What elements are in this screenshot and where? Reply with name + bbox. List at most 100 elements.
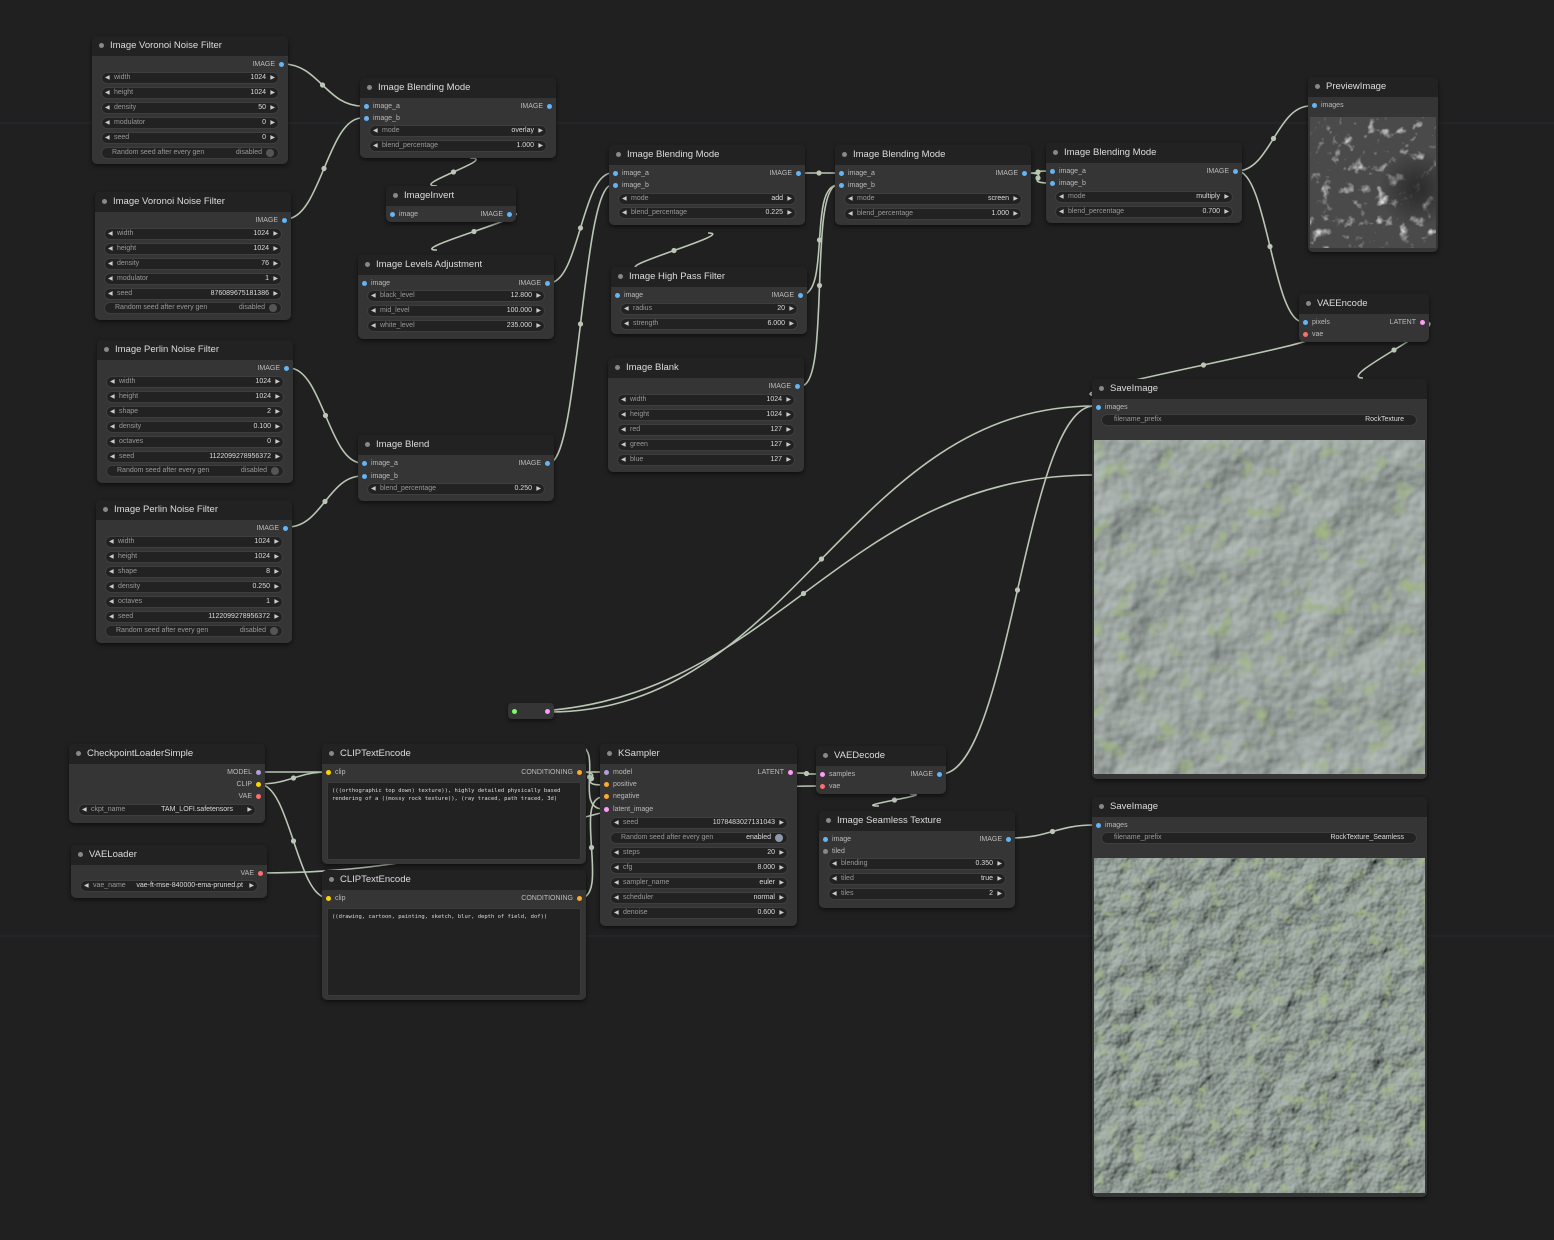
seed-widget[interactable]: ◀ seed 1122099278956372 ▶ [106,451,284,463]
input-positive[interactable]: positive [604,779,637,790]
wire-midpoint-22[interactable] [891,797,898,803]
density-widget[interactable]: ◀ density 76 ▶ [104,258,282,270]
output-image[interactable]: IMAGE [480,209,512,220]
seed-widget[interactable]: ◀ seed 1122099278956372 ▶ [105,611,283,623]
input-image-b[interactable]: image_b [1050,178,1086,189]
steps-widget[interactable]: ◀ steps 20 ▶ [610,847,788,859]
wire-midpoint-20[interactable] [803,770,810,777]
output-image[interactable]: IMAGE [256,523,288,534]
node-high-pass-filter[interactable]: Image High Pass Filter image IMAGE ◀ radi… [611,267,807,334]
increment-arrow-icon[interactable]: ▶ [786,440,791,450]
wire-midpoint-5[interactable] [471,228,477,235]
increment-arrow-icon[interactable]: ▶ [274,537,279,547]
octaves-widget[interactable]: ◀ octaves 0 ▶ [106,436,284,448]
input-vae[interactable]: vae [1303,329,1323,340]
increment-arrow-icon[interactable]: ▶ [779,893,784,903]
decrement-arrow-icon[interactable]: ◀ [105,133,110,143]
input-image-a[interactable]: image_a [839,168,875,179]
increment-arrow-icon[interactable]: ▶ [779,863,784,873]
decrement-arrow-icon[interactable]: ◀ [108,244,113,254]
wire-midpoint-7[interactable] [577,321,584,327]
decrement-arrow-icon[interactable]: ◀ [109,597,114,607]
decrement-arrow-icon[interactable]: ◀ [109,612,114,622]
mode-widget[interactable]: ◀ mode multiply ▶ [1055,191,1233,203]
increment-arrow-icon[interactable]: ▶ [538,126,543,136]
blending-widget[interactable]: ◀ blending 0.350 ▶ [828,858,1006,870]
input-model[interactable]: model [604,767,632,778]
node-blending-mode-1[interactable]: Image Blending Mode image_a image_b IMAG… [360,78,556,158]
input-latent-image[interactable]: latent_image [604,804,653,815]
node-vae-loader[interactable]: VAELoader VAE ◀ vae_name vae-ft-mse-840000… [71,845,267,898]
decrement-arrow-icon[interactable]: ◀ [624,304,629,314]
node-image-blank[interactable]: Image Blank IMAGE ◀ width 1024 ▶ ◀ height 1024… [608,358,804,472]
wire-midpoint-24[interactable] [290,775,297,781]
strength-widget[interactable]: ◀ strength 6.000 ▶ [620,318,798,330]
increment-arrow-icon[interactable]: ▶ [786,425,791,435]
decrement-arrow-icon[interactable]: ◀ [832,859,837,869]
white-level-widget[interactable]: ◀ white_level 235.000 ▶ [367,320,545,332]
increment-arrow-icon[interactable]: ▶ [1013,209,1018,219]
vae-name-select[interactable]: ◀ vae_name vae-ft-mse-840000-ema-pruned.pt… [80,880,258,892]
height-widget[interactable]: ◀ height 1024 ▶ [106,391,284,403]
input-image-a[interactable]: image_a [362,458,398,469]
increment-arrow-icon[interactable]: ▶ [997,874,1002,884]
cfg-widget[interactable]: ◀ cfg 8.000 ▶ [610,862,788,874]
decrement-arrow-icon[interactable]: ◀ [373,126,378,136]
wire-midpoint-17[interactable] [1200,362,1207,368]
blue-widget[interactable]: ◀ blue 127 ▶ [617,454,795,466]
random-seed-toggle[interactable]: Random seed after every gen enabled [610,832,788,844]
decrement-arrow-icon[interactable]: ◀ [621,440,626,450]
decrement-arrow-icon[interactable]: ◀ [621,455,626,465]
seed-widget[interactable]: ◀ seed 0 ▶ [101,132,279,144]
node-vae-encode[interactable]: VAEEncode pixels vae LATENT [1299,294,1429,342]
decrement-arrow-icon[interactable]: ◀ [108,274,113,284]
seed-field[interactable]: ◀ seed 1078483027131043 ▶ [610,817,788,829]
increment-arrow-icon[interactable]: ▶ [274,567,279,577]
decrement-arrow-icon[interactable]: ◀ [109,537,114,547]
increment-arrow-icon[interactable]: ▶ [1013,194,1018,204]
wire-midpoint-14[interactable] [1270,135,1277,142]
output-conditioning[interactable]: CONDITIONING [521,893,582,904]
increment-arrow-icon[interactable]: ▶ [787,208,792,218]
output-vae[interactable]: VAE [241,868,263,879]
decrement-arrow-icon[interactable]: ◀ [614,893,619,903]
decrement-arrow-icon[interactable]: ◀ [614,863,619,873]
increment-arrow-icon[interactable]: ▶ [536,291,541,301]
node-save-image-2[interactable]: SaveImage images filename_prefix RockText… [1092,797,1427,1197]
input-image[interactable]: image [615,290,643,301]
input-vae[interactable]: vae [820,781,840,792]
reroute-output[interactable] [545,709,550,714]
output-image[interactable]: IMAGE [252,59,284,70]
input-image-b[interactable]: image_b [613,180,649,191]
modulator-widget[interactable]: ◀ modulator 1 ▶ [104,273,282,285]
input-image-a[interactable]: image_a [364,101,400,112]
wire-midpoint-4[interactable] [450,169,457,175]
density-widget[interactable]: ◀ density 0.100 ▶ [106,421,284,433]
increment-arrow-icon[interactable]: ▶ [275,422,280,432]
input-images[interactable]: images [1096,402,1128,413]
decrement-arrow-icon[interactable]: ◀ [832,889,837,899]
increment-arrow-icon[interactable]: ▶ [779,848,784,858]
black-level-widget[interactable]: ◀ black_level 12.800 ▶ [367,290,545,302]
input-pixels[interactable]: pixels [1303,317,1330,328]
height-widget[interactable]: ◀ height 1024 ▶ [101,87,279,99]
increment-arrow-icon[interactable]: ▶ [997,889,1002,899]
reroute-input[interactable] [512,709,517,714]
decrement-arrow-icon[interactable]: ◀ [614,908,619,918]
input-clip[interactable]: clip [326,767,346,778]
input-image[interactable]: image [362,278,390,289]
decrement-arrow-icon[interactable]: ◀ [105,103,110,113]
input-image-b[interactable]: image_b [362,471,398,482]
reroute-node[interactable] [508,703,554,719]
decrement-arrow-icon[interactable]: ◀ [621,425,626,435]
increment-arrow-icon[interactable]: ▶ [787,194,792,204]
node-perlin-noise-2[interactable]: Image Perlin Noise Filter IMAGE ◀ width 10… [96,500,292,643]
node-save-image-1[interactable]: SaveImage images filename_prefix RockText… [1092,379,1427,779]
node-voronoi-noise-1[interactable]: Image Voronoi Noise Filter IMAGE ◀ width 1… [92,36,288,164]
output-image[interactable]: IMAGE [768,381,800,392]
input-images[interactable]: images [1312,100,1344,111]
node-ksampler[interactable]: KSampler model positive negative latent_… [600,744,797,926]
increment-arrow-icon[interactable]: ▶ [270,73,275,83]
wire-midpoint-0[interactable] [319,82,326,88]
decrement-arrow-icon[interactable]: ◀ [622,208,627,218]
